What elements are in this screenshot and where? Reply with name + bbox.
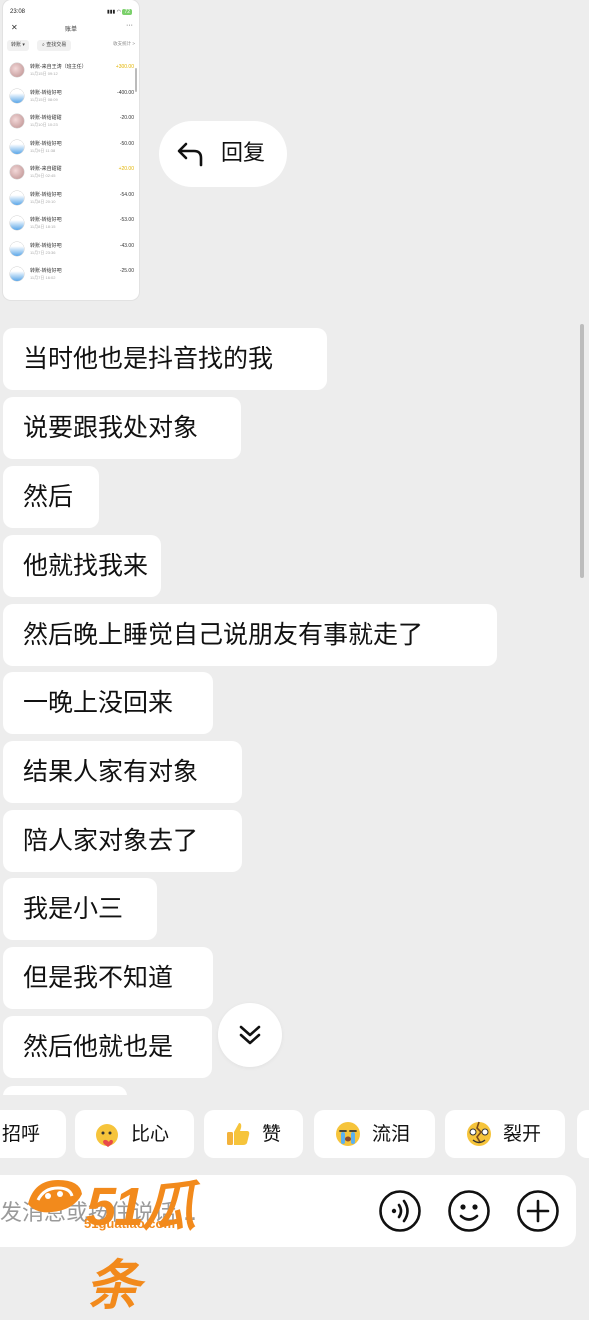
watermark-brand: 51瓜条 [86, 1177, 196, 1316]
thumbs-up-emoji-icon [227, 1123, 250, 1145]
message-bubble[interactable]: 陪人家对象去了 [3, 810, 242, 872]
reaction-label: 裂开 [503, 1123, 542, 1145]
scroll-to-bottom-button[interactable] [218, 1003, 282, 1067]
site-watermark: 51瓜条 51guatiao.com [24, 1170, 228, 1316]
heart-hands-emoji-icon [96, 1124, 118, 1147]
reaction-heart-hands[interactable]: 比心 [75, 1110, 194, 1158]
message-bubble[interactable]: 然后他就也是 [3, 1016, 212, 1078]
reaction-label: 流泪 [372, 1123, 411, 1145]
chevron-double-down-icon [239, 1025, 261, 1045]
quick-reaction-bar: 招呼 比心 赞 流泪 裂开 [0, 1110, 589, 1158]
emoji-icon[interactable] [447, 1189, 491, 1233]
message-list[interactable]: 当时他也是抖音找的我 说要跟我处对象 然后他就找我来然后晚上睡觉自己说朋友有事就走了… [0, 0, 589, 1095]
reaction-thumbs-up[interactable]: 赞 [204, 1110, 303, 1158]
message-bubble[interactable]: 说要跟我处对象 [3, 397, 241, 459]
reaction-label: 招呼 [2, 1123, 41, 1145]
message-bubble[interactable]: 结果人家有对象 [3, 741, 242, 803]
cracked-emoji-icon [467, 1121, 491, 1146]
reaction-wave[interactable]: 招呼 [0, 1110, 66, 1158]
message-bubble[interactable]: 一晚上没回来 [3, 672, 213, 734]
message-bubble[interactable] [3, 1086, 127, 1095]
voice-icon[interactable] [378, 1189, 422, 1233]
message-bubble[interactable]: 然后 [3, 466, 99, 528]
message-bubble[interactable]: 我是小三 [3, 878, 157, 940]
message-bubble[interactable]: 然后晚上睡觉自己说朋友有事就走了 [3, 604, 497, 666]
plus-icon[interactable] [516, 1189, 560, 1233]
reaction-crying[interactable]: 流泪 [314, 1110, 435, 1158]
reaction-more[interactable] [577, 1110, 589, 1158]
watermark-url: 51guatiao.com [84, 1216, 176, 1231]
reaction-cracked[interactable]: 裂开 [445, 1110, 565, 1158]
message-bubble[interactable]: 但是我不知道 [3, 947, 213, 1009]
watermark-logo-icon [28, 1180, 82, 1213]
reaction-label: 比心 [131, 1123, 170, 1145]
reaction-label: 赞 [262, 1123, 282, 1145]
crying-emoji-icon [336, 1122, 360, 1146]
message-bubble[interactable]: 当时他也是抖音找的我 [3, 328, 327, 390]
chat-scrollbar[interactable] [580, 324, 584, 578]
message-bubble[interactable]: 他就找我来 [3, 535, 161, 597]
